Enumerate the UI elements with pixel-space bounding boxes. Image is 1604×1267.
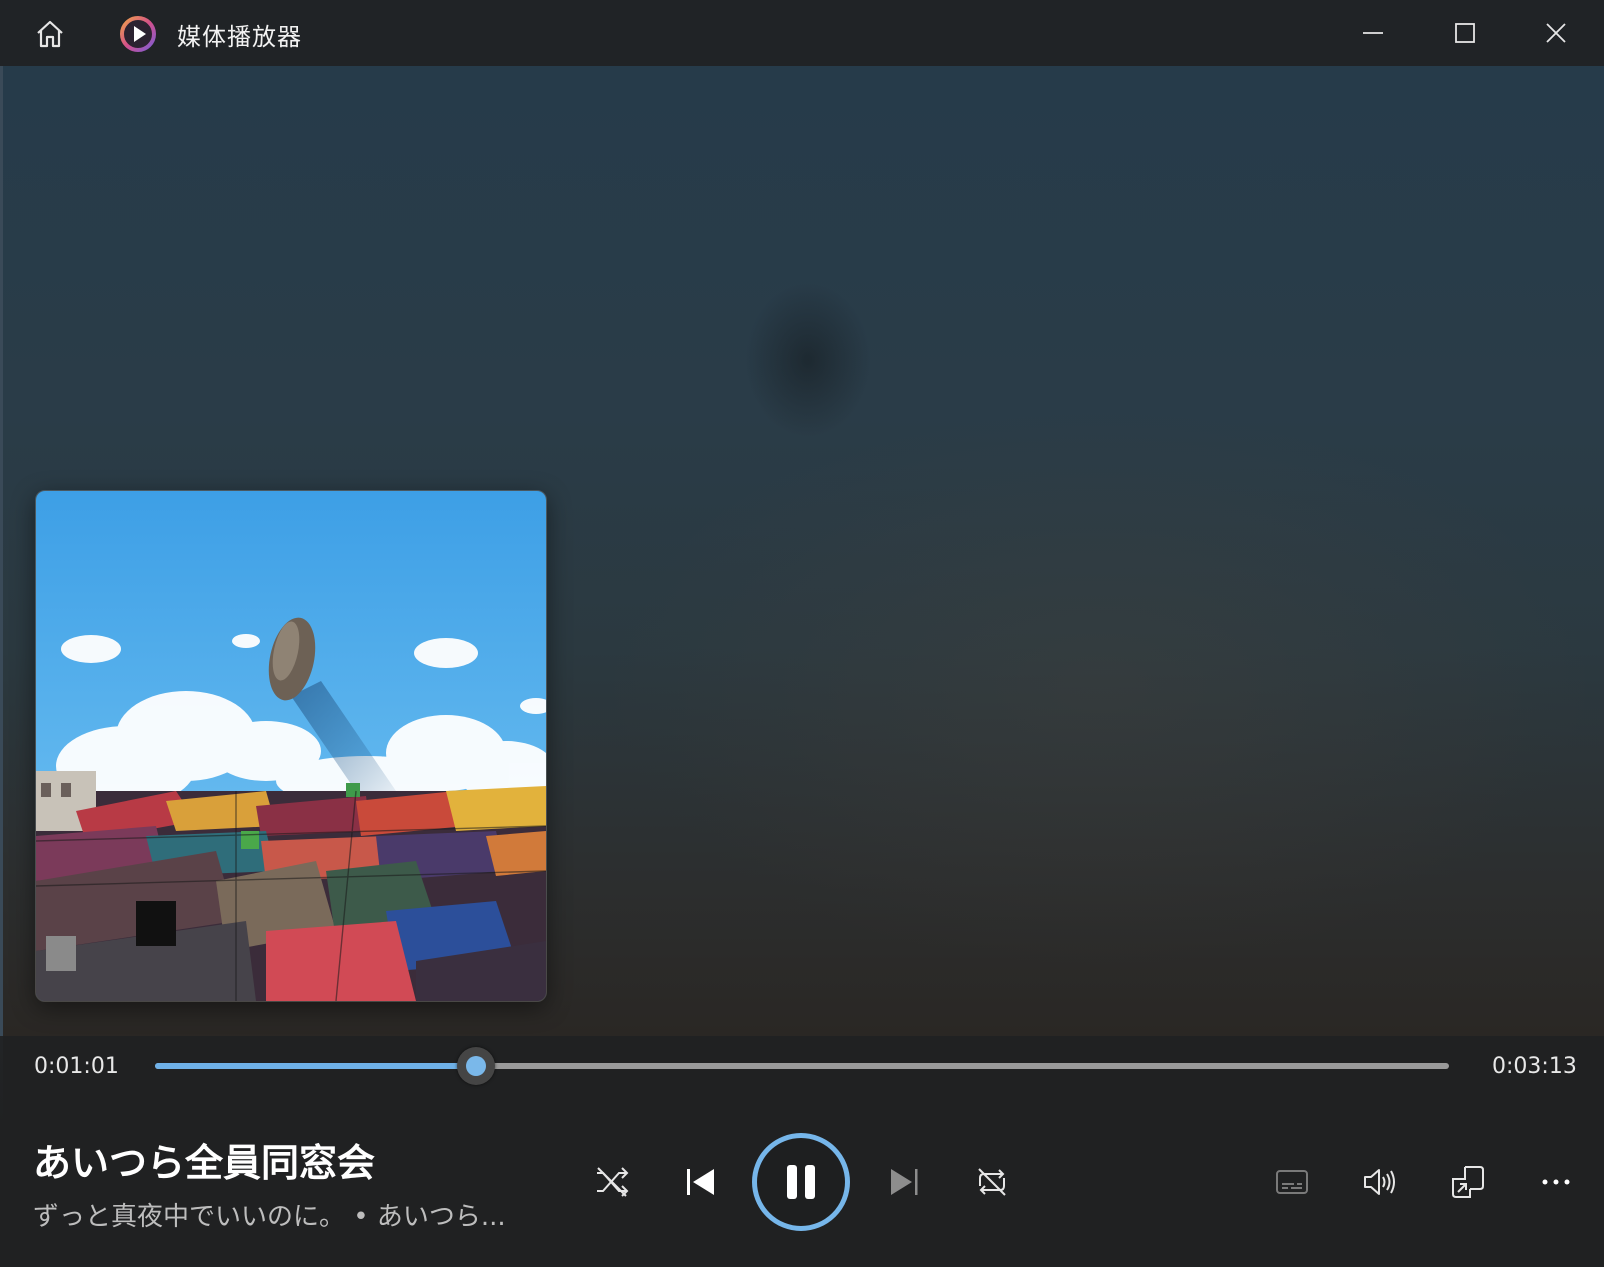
- volume-icon: [1364, 1169, 1395, 1195]
- mini-player-icon: [1452, 1166, 1484, 1198]
- pause-button[interactable]: [752, 1133, 850, 1231]
- next-track-icon: [891, 1169, 918, 1195]
- media-player-icon: [118, 14, 158, 54]
- seek-bar[interactable]: [155, 1063, 1449, 1069]
- home-icon: [37, 20, 63, 48]
- album-art: [35, 490, 547, 1002]
- subtitles-button[interactable]: [1270, 1160, 1314, 1204]
- more-options-button[interactable]: [1534, 1160, 1578, 1204]
- app-title: 媒体播放器: [177, 23, 302, 51]
- current-time: 0:01:01: [34, 1054, 119, 1079]
- maximize-button[interactable]: [1437, 10, 1493, 56]
- minimize-icon: [1363, 32, 1383, 34]
- more-icon: [1542, 1179, 1570, 1185]
- home-button[interactable]: [28, 14, 72, 54]
- seek-bar-progress: [155, 1063, 476, 1069]
- previous-button[interactable]: [679, 1160, 723, 1204]
- volume-button[interactable]: [1358, 1160, 1402, 1204]
- mini-player-button[interactable]: [1446, 1160, 1490, 1204]
- shuffle-button[interactable]: [590, 1160, 634, 1204]
- maximize-icon: [1455, 23, 1475, 43]
- previous-track-icon: [687, 1169, 714, 1195]
- artist-album[interactable]: ずっと真夜中でいいのに。 • あいつら...: [33, 1196, 553, 1233]
- next-button[interactable]: [882, 1160, 926, 1204]
- close-icon: [1546, 23, 1566, 43]
- pause-icon: [787, 1165, 815, 1199]
- repeat-button[interactable]: [970, 1160, 1014, 1204]
- media-player-window: 媒体播放器 0:01:01 0:03:13 あいつら全員同窓会 ずっと真夜中でい…: [0, 0, 1604, 1267]
- seek-thumb-dot: [466, 1056, 486, 1076]
- close-button[interactable]: [1528, 10, 1584, 56]
- seek-bar-thumb[interactable]: [457, 1047, 495, 1085]
- song-title: あいつら全員同窓会: [33, 1141, 376, 1185]
- minimize-button[interactable]: [1345, 10, 1401, 56]
- shuffle-icon: [597, 1167, 629, 1197]
- repeat-icon: [978, 1168, 1006, 1196]
- subtitles-icon: [1276, 1170, 1308, 1194]
- total-time: 0:03:13: [1492, 1054, 1577, 1079]
- title-bar: 媒体播放器: [0, 0, 1604, 66]
